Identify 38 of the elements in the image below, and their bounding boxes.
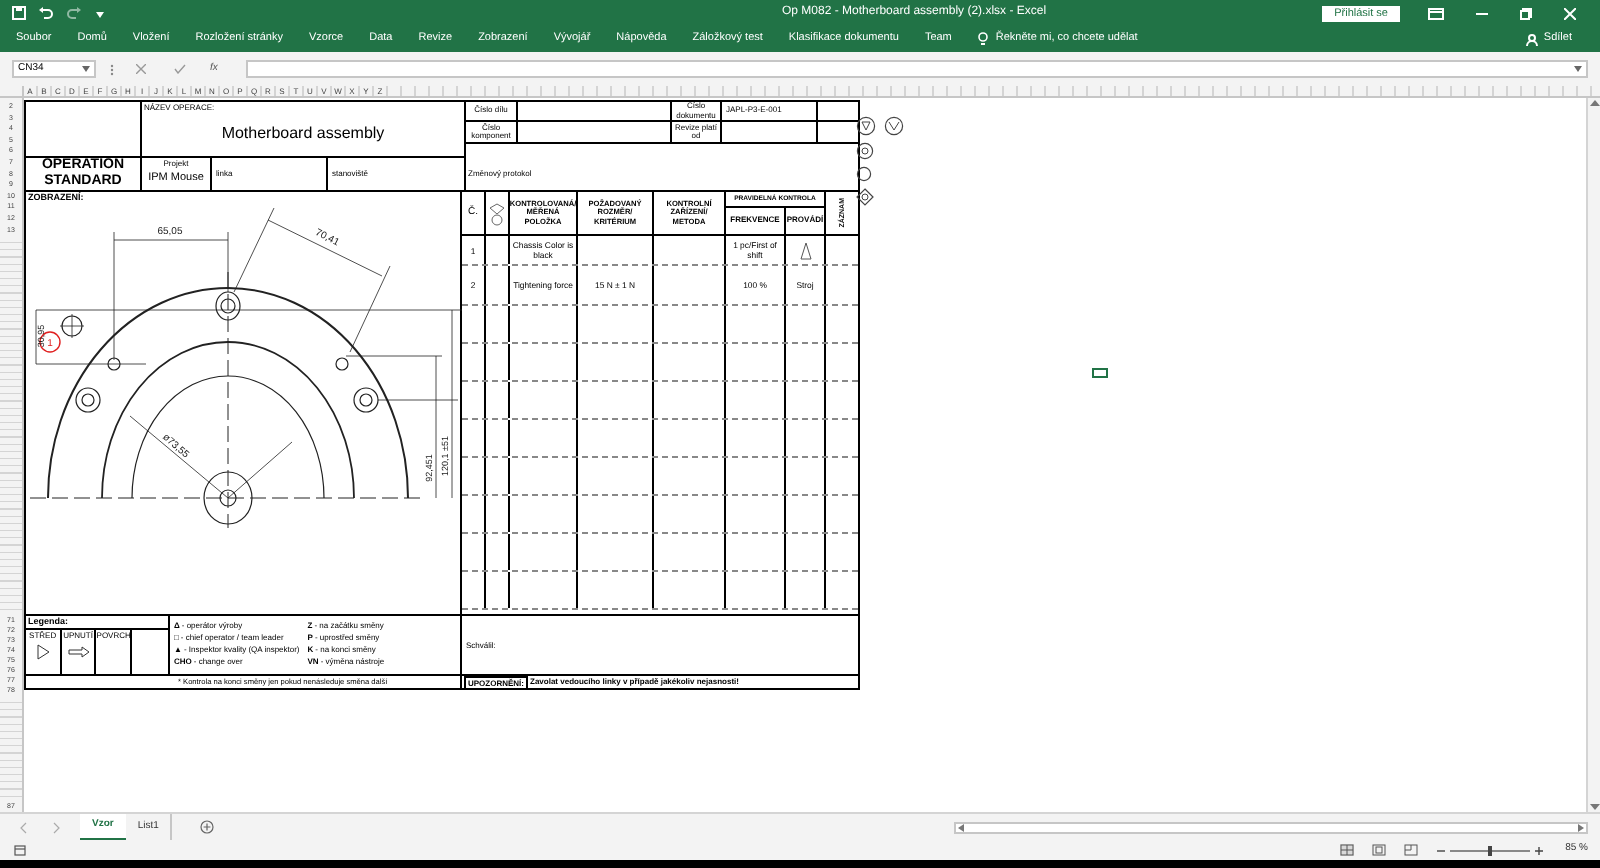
play-triangle-icon: [35, 644, 50, 660]
customize-icon[interactable]: [94, 7, 106, 19]
close-icon[interactable]: [1564, 7, 1576, 19]
lightbulb-icon[interactable]: [977, 32, 988, 46]
cancel-icon[interactable]: [136, 64, 146, 74]
circled-symbol-icon: [856, 116, 876, 136]
zoom-in-icon[interactable]: [1533, 845, 1544, 855]
operation-name: Motherboard assembly: [221, 122, 385, 146]
inspection-symbol-icon: [488, 201, 506, 225]
page-layout-icon[interactable]: [1371, 844, 1386, 856]
scroll-left-icon[interactable]: [958, 823, 965, 831]
diamond-icon: [856, 188, 874, 206]
undo-icon[interactable]: [38, 6, 54, 20]
zoom-slider[interactable]: [1487, 845, 1492, 855]
enter-icon[interactable]: [174, 64, 186, 74]
zoom-out-icon[interactable]: [1435, 845, 1446, 855]
vertical-scrollbar[interactable]: [1586, 98, 1600, 812]
ribbon-display-icon[interactable]: [1428, 7, 1444, 19]
add-sheet-icon[interactable]: [200, 820, 215, 834]
page-break-icon[interactable]: [1403, 844, 1418, 856]
scroll-right-icon[interactable]: [1578, 823, 1585, 831]
circle-icon: [856, 166, 872, 182]
save-icon[interactable]: [12, 6, 26, 20]
formula-input[interactable]: [245, 60, 1588, 78]
macro-record-icon[interactable]: [14, 844, 26, 856]
normal-view-icon[interactable]: [1339, 844, 1354, 856]
caret-down-icon[interactable]: [82, 66, 90, 72]
person-icon[interactable]: [1525, 33, 1538, 45]
circled-check-icon: [884, 116, 904, 136]
expand-caret-icon[interactable]: [1574, 66, 1582, 72]
arrow-right-icon: [67, 646, 89, 658]
circle-icon: [856, 142, 874, 160]
restore-icon[interactable]: [1520, 7, 1532, 19]
horizontal-scrollbar[interactable]: [954, 821, 1589, 833]
more-icon: [108, 61, 116, 77]
minimize-icon[interactable]: [1476, 7, 1488, 19]
selected-cell[interactable]: [1092, 368, 1108, 378]
operator-triangle-icon: [799, 241, 811, 259]
